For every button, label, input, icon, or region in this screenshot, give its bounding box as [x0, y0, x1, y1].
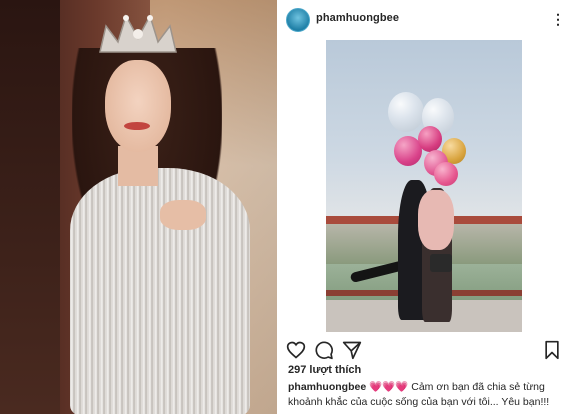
photo-arm — [160, 200, 206, 230]
photo-pink-scarf — [418, 190, 454, 250]
post-username[interactable]: phamhuongbee — [316, 12, 399, 24]
post-actions — [280, 340, 580, 362]
more-options-icon[interactable]: ⋮ — [548, 10, 568, 28]
photo-face — [105, 60, 171, 152]
instagram-post: phamhuongbee ⋮ 297 lượt thích phamhuongb… — [280, 0, 580, 414]
send-icon[interactable] — [342, 340, 362, 360]
heart-icon[interactable] — [286, 340, 306, 360]
post-header: phamhuongbee ⋮ — [280, 0, 580, 40]
post-image-balloons[interactable] — [326, 40, 522, 332]
balloon-pink — [434, 162, 458, 186]
avatar[interactable] — [286, 8, 310, 32]
post-caption: phamhuongbee 💗💗💗 Cảm ơn bạn đã chia sẻ t… — [288, 380, 574, 410]
crown-icon — [99, 14, 177, 53]
photo-lips — [124, 122, 150, 130]
heart-emojis: 💗💗💗 — [369, 381, 409, 393]
balloon-pink — [418, 126, 442, 152]
balloon-clear-left — [388, 92, 424, 132]
caption-text-line1: Cảm ơn bạn đã chia sẻ từng — [408, 381, 545, 393]
photo-neck — [118, 146, 158, 186]
photo-woman-in-crown — [0, 0, 277, 414]
photo-background-wall — [0, 0, 60, 414]
comment-icon[interactable] — [314, 340, 334, 360]
bookmark-icon[interactable] — [542, 340, 562, 360]
photo-handbag — [430, 254, 452, 272]
caption-username[interactable]: phamhuongbee — [288, 381, 366, 393]
photo-silver-dress — [70, 168, 250, 414]
likes-count[interactable]: 297 lượt thích — [288, 364, 361, 376]
caption-text-line2: khoảnh khắc của cuộc sống của bạn với tô… — [288, 396, 550, 408]
